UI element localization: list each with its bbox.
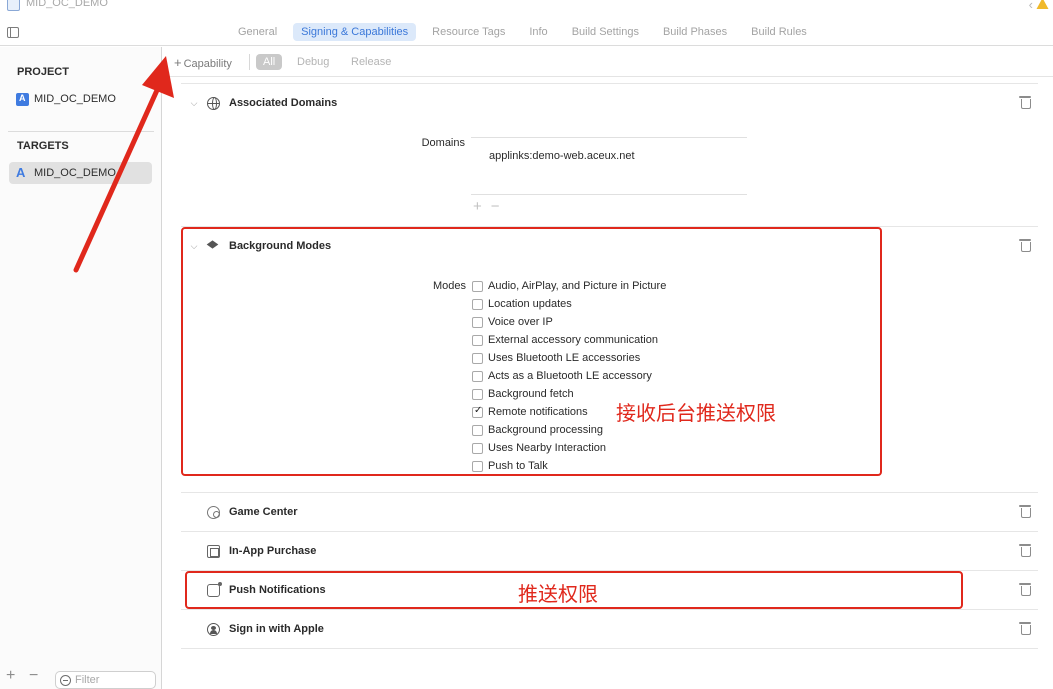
arrow-shaft: [73, 85, 161, 273]
annotation-arrow: [73, 56, 174, 273]
